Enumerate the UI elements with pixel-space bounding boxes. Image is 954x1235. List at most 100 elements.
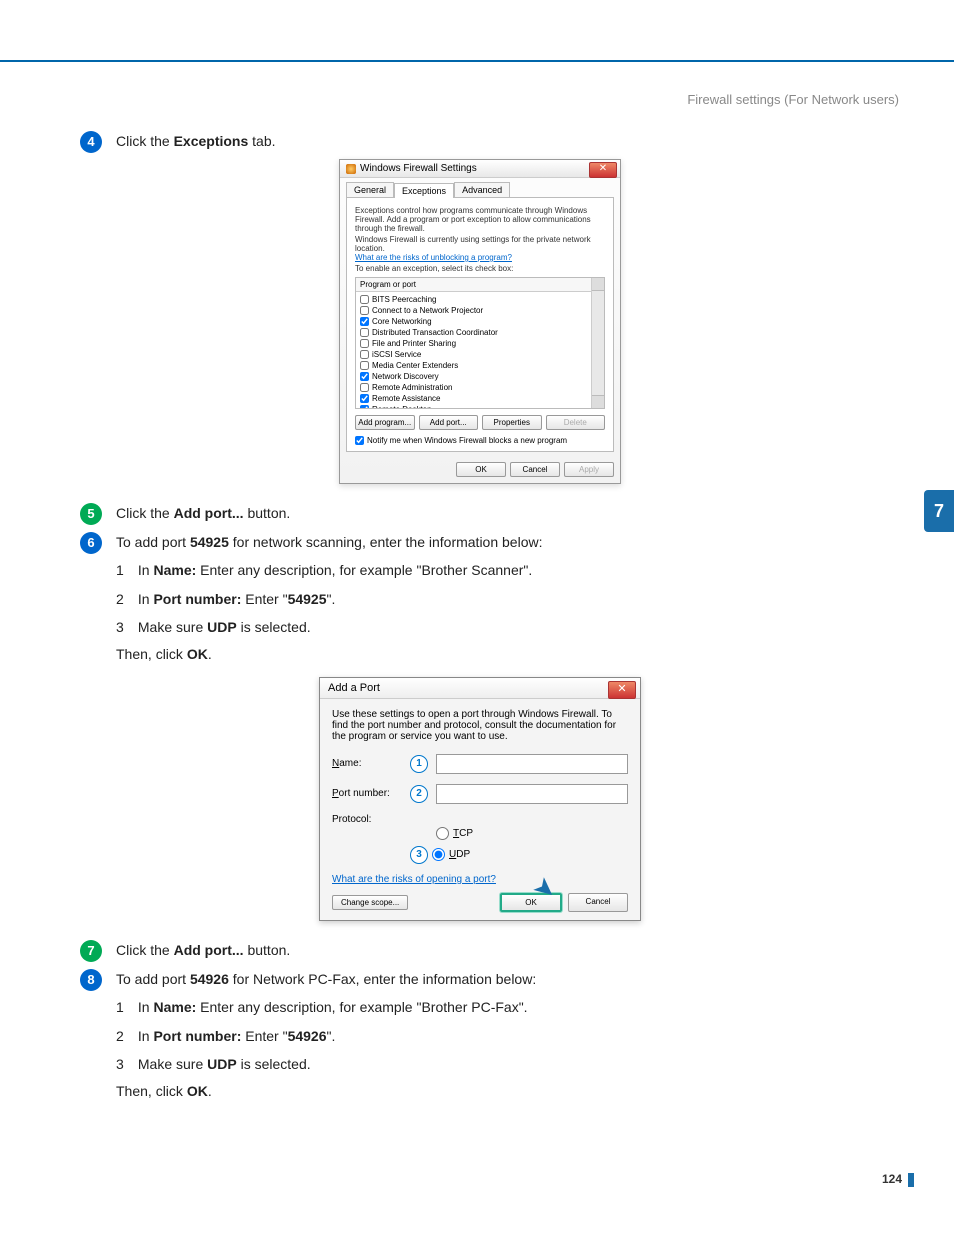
apply-button[interactable]: Apply (564, 462, 614, 477)
tab-exceptions[interactable]: Exceptions (394, 183, 454, 198)
step6-sub2: 2 In Port number: Enter "54925". (116, 588, 880, 610)
port-input[interactable] (436, 784, 628, 804)
delete-button[interactable]: Delete (546, 415, 606, 430)
exception-checkbox[interactable] (360, 306, 369, 315)
ok-button[interactable]: OK (456, 462, 506, 477)
marker-1: 1 (410, 755, 428, 773)
s6s1b: Name: (153, 562, 196, 578)
port-title-text: Add a Port (328, 682, 380, 694)
list-item[interactable]: File and Printer Sharing (358, 338, 602, 349)
exception-checkbox[interactable] (360, 295, 369, 304)
step-5: 5 Click the Add port... button. (80, 502, 880, 525)
s6s3c: is selected. (237, 619, 311, 635)
s8s2a: In (138, 1028, 154, 1044)
s6s3a: Make sure (138, 619, 207, 635)
s6s1c: Enter any description, for example "Brot… (196, 562, 532, 578)
s8s3b: UDP (207, 1056, 237, 1072)
exception-checkbox[interactable] (360, 339, 369, 348)
list-item[interactable]: Distributed Transaction Coordinator (358, 327, 602, 338)
exception-label: Remote Administration (372, 383, 452, 392)
list-item[interactable]: Media Center Extenders (358, 360, 602, 371)
s6s3f: . (208, 646, 212, 662)
port-cancel-button[interactable]: Cancel (568, 893, 628, 912)
s6s2e: ". (327, 591, 336, 607)
step8-sub2: 2 In Port number: Enter "54926". (116, 1025, 880, 1047)
step-number-7: 7 (80, 940, 102, 962)
tab-advanced[interactable]: Advanced (454, 182, 510, 197)
notify-label: Notify me when Windows Firewall blocks a… (367, 436, 567, 445)
udp-radio[interactable] (432, 848, 445, 861)
close-button[interactable]: ✕ (589, 162, 617, 178)
list-item[interactable]: Network Discovery (358, 371, 602, 382)
chapter-tab: 7 (924, 490, 954, 532)
exception-label: Core Networking (372, 317, 432, 326)
exception-checkbox[interactable] (360, 328, 369, 337)
tab-general[interactable]: General (346, 182, 394, 197)
s6s3e: OK (187, 646, 208, 662)
s8s2c: Enter " (241, 1028, 287, 1044)
fw-desc2: Windows Firewall is currently using sett… (355, 235, 591, 253)
list-item[interactable]: Core Networking (358, 316, 602, 327)
s8c: for Network PC-Fax, enter the informatio… (229, 971, 536, 987)
exception-label: iSCSI Service (372, 350, 421, 359)
dialog-title: Windows Firewall Settings (360, 163, 477, 174)
scroll-down-icon[interactable] (592, 395, 604, 408)
list-item[interactable]: Remote Assistance (358, 393, 602, 404)
port-close-button[interactable]: ✕ (608, 681, 636, 699)
exception-checkbox[interactable] (360, 317, 369, 326)
list-item[interactable]: Remote Administration (358, 382, 602, 393)
step5-bold: Add port... (174, 505, 244, 521)
port-risks-link[interactable]: What are the risks of opening a port? (332, 874, 496, 885)
list-item[interactable]: Connect to a Network Projector (358, 305, 602, 316)
properties-button[interactable]: Properties (482, 415, 542, 430)
s8a: To add port (116, 971, 190, 987)
fw-desc1: Exceptions control how programs communic… (355, 206, 605, 233)
step-8: 8 To add port 54926 for Network PC-Fax, … (80, 968, 880, 1108)
page-number-bar (908, 1173, 914, 1187)
step6-port: 54925 (190, 534, 229, 550)
exception-checkbox[interactable] (360, 383, 369, 392)
exception-checkbox[interactable] (360, 405, 369, 409)
fw-exceptions-list: Program or port BITS PeercachingConnect … (355, 277, 605, 409)
exception-label: Network Discovery (372, 372, 439, 381)
step-number-8: 8 (80, 969, 102, 991)
exception-checkbox[interactable] (360, 372, 369, 381)
page-number-text: 124 (882, 1172, 902, 1186)
s8s3e: OK (187, 1083, 208, 1099)
notify-checkbox[interactable] (355, 436, 364, 445)
exception-checkbox[interactable] (360, 394, 369, 403)
exception-label: Media Center Extenders (372, 361, 458, 370)
add-program-button[interactable]: Add program... (355, 415, 415, 430)
change-scope-button[interactable]: Change scope... (332, 895, 408, 910)
scroll-up-icon[interactable] (592, 278, 604, 291)
step-6: 6 To add port 54925 for network scanning… (80, 531, 880, 671)
add-port-button[interactable]: Add port... (419, 415, 479, 430)
s8b: 54926 (190, 971, 229, 987)
tcp-radio[interactable] (436, 827, 449, 840)
shield-icon (346, 164, 356, 174)
exception-checkbox[interactable] (360, 350, 369, 359)
step6-sub3: 3 Make sure UDP is selected. Then, click… (116, 616, 880, 665)
s7a: Click the (116, 942, 174, 958)
s6s2c: Enter " (241, 591, 287, 607)
add-port-dialog: Add a Port ✕ Use these settings to open … (319, 677, 641, 921)
cancel-button[interactable]: Cancel (510, 462, 560, 477)
step-number-6: 6 (80, 532, 102, 554)
s8s3d: Then, click (116, 1083, 187, 1099)
exception-label: Remote Desktop (372, 405, 432, 409)
s8s2b: Port number: (153, 1028, 241, 1044)
scrollbar[interactable] (591, 278, 604, 408)
fw-desc3: To enable an exception, select its check… (355, 264, 605, 273)
s8s3f: . (208, 1083, 212, 1099)
list-item[interactable]: BITS Peercaching (358, 294, 602, 305)
name-input[interactable] (436, 754, 628, 774)
s7b: Add port... (174, 942, 244, 958)
list-item[interactable]: Remote Desktop (358, 404, 602, 409)
step-7: 7 Click the Add port... button. (80, 939, 880, 962)
s6s2a: In (138, 591, 154, 607)
fw-risks-link[interactable]: What are the risks of unblocking a progr… (355, 253, 512, 262)
exception-checkbox[interactable] (360, 361, 369, 370)
s6s2d: 54925 (288, 591, 327, 607)
list-item[interactable]: iSCSI Service (358, 349, 602, 360)
exception-label: Distributed Transaction Coordinator (372, 328, 498, 337)
